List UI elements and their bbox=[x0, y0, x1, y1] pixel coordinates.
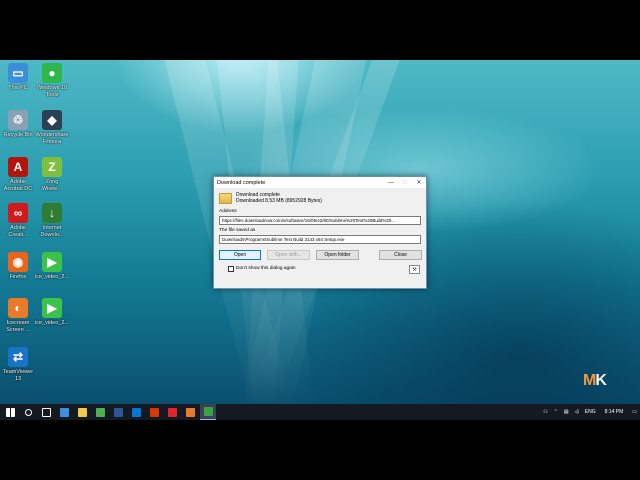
desktop-icon-label: Windows 10 Tools bbox=[37, 85, 67, 98]
taskbar-item[interactable] bbox=[146, 404, 162, 420]
maximize-button[interactable]: □ bbox=[398, 177, 412, 188]
address-field[interactable]: https://files.downloadnow.com/s/software… bbox=[219, 216, 421, 225]
desktop-icon-label: Recycle Bin bbox=[3, 132, 33, 138]
file-explorer-icon bbox=[77, 407, 87, 417]
network-icon[interactable]: ▤ bbox=[564, 409, 569, 415]
firefox-icon: ◉ bbox=[8, 252, 28, 272]
folder-icon bbox=[219, 193, 232, 204]
dialog-titlebar[interactable]: Download complete — □ ✕ bbox=[214, 177, 426, 188]
address-label: Address bbox=[219, 209, 237, 214]
taskbar-item[interactable] bbox=[128, 404, 144, 420]
taskbar-item[interactable] bbox=[92, 404, 108, 420]
desktop-icon[interactable]: ● Windows 10 Tools bbox=[34, 63, 70, 98]
task-view-icon bbox=[41, 407, 51, 417]
idm-taskbar-icon bbox=[203, 407, 213, 416]
close-window-button[interactable]: ✕ bbox=[412, 177, 426, 188]
open-button[interactable]: Open bbox=[219, 250, 261, 260]
acrobat-icon: A bbox=[8, 157, 28, 177]
letterbox-bottom bbox=[0, 420, 640, 480]
desktop-icon[interactable]: ♲ Recycle Bin bbox=[0, 110, 36, 139]
dont-show-checkbox[interactable] bbox=[228, 266, 234, 272]
saved-as-label: The file saved as bbox=[219, 228, 256, 233]
taskbar-item[interactable] bbox=[38, 404, 54, 420]
windows-start-icon bbox=[5, 407, 15, 417]
desktop-icon[interactable]: ▭ This PC bbox=[0, 63, 36, 92]
webm-video-icon-2: ▶ bbox=[42, 298, 62, 318]
word-icon bbox=[113, 407, 123, 417]
desktop-icon[interactable]: A Adobe Acrobat DC bbox=[0, 157, 36, 192]
taskbar-item[interactable] bbox=[56, 404, 72, 420]
idm-icon: ↓ bbox=[42, 203, 62, 223]
open-with-button[interactable]: Open with... bbox=[267, 250, 310, 260]
ms-store-icon bbox=[131, 407, 141, 417]
desktop-icon[interactable]: ↓ Internet Downlo... bbox=[34, 203, 70, 238]
taskbar-item[interactable] bbox=[74, 404, 90, 420]
opera-icon bbox=[167, 407, 177, 417]
taskbar-item[interactable] bbox=[200, 404, 216, 420]
people-icon[interactable]: ⚇ bbox=[543, 409, 547, 415]
notifications-icon[interactable]: ▭ bbox=[632, 409, 637, 415]
desktop-icon[interactable]: ◐ Icecream Screen ... bbox=[0, 298, 36, 333]
language-indicator[interactable]: ENG bbox=[585, 409, 596, 415]
desktop-icon[interactable]: ▶ ice_video_2... bbox=[34, 252, 70, 281]
chevron-up-icon[interactable]: ⌃ bbox=[554, 409, 558, 415]
taskbar-item[interactable] bbox=[20, 404, 36, 420]
desktop-icon-label: ice_video_2... bbox=[35, 320, 69, 326]
zong-icon: Z bbox=[42, 157, 62, 177]
taskbar: ⚇ ⌃ ▤ ◃) ENG 8:14 PM ▭ bbox=[0, 404, 640, 420]
search-icon bbox=[24, 408, 32, 416]
desktop-icon-label: Firefox bbox=[9, 274, 27, 280]
desktop-icon[interactable]: ▶ ice_video_2... bbox=[34, 298, 70, 327]
desktop-icon-label: ice_video_2... bbox=[35, 274, 69, 280]
volume-icon[interactable]: ◃) bbox=[575, 409, 579, 415]
watermark-logo: MMKK bbox=[583, 372, 607, 389]
clock[interactable]: 8:14 PM bbox=[605, 409, 624, 415]
webm-video-icon: ▶ bbox=[42, 252, 62, 272]
this-pc-icon: ▭ bbox=[8, 63, 28, 83]
desktop-icon-label: Zong Wirele... bbox=[41, 179, 63, 192]
creative-cloud-icon: ∞ bbox=[8, 203, 28, 223]
recycle-bin-icon: ♲ bbox=[8, 110, 28, 130]
desktop-icon-label: Internet Downlo... bbox=[40, 225, 64, 238]
letterbox-top bbox=[0, 0, 640, 60]
desktop-icon-label: This PC bbox=[8, 85, 28, 91]
teamviewer-icon: ⇄ bbox=[8, 347, 28, 367]
saved-path-field[interactable]: Downloads\Programs\Sublime Text Build 31… bbox=[219, 235, 421, 244]
taskbar-item[interactable] bbox=[164, 404, 180, 420]
minimize-button[interactable]: — bbox=[384, 177, 398, 188]
settings-tool-icon[interactable]: ⚒ bbox=[409, 265, 420, 274]
download-complete-dialog: Download complete — □ ✕ Download complet… bbox=[213, 176, 427, 289]
taskbar-item[interactable] bbox=[110, 404, 126, 420]
desktop-icon[interactable]: ∞ Adobe Creati... bbox=[0, 203, 36, 238]
system-tray: ⚇ ⌃ ▤ ◃) ENG 8:14 PM ▭ bbox=[540, 404, 640, 420]
edge-icon bbox=[59, 407, 69, 417]
desktop-icon-label: Icecream Screen ... bbox=[6, 320, 30, 333]
desktop-icon-label: TeamViewer 13 bbox=[2, 369, 34, 382]
dont-show-label[interactable]: Don't show this dialog again bbox=[236, 266, 296, 271]
desktop-icon[interactable]: ◆ Wondershare Filmora bbox=[34, 110, 70, 145]
desktop-icon-label: Wondershare Filmora bbox=[35, 132, 69, 145]
desktop-icon-label: Adobe Acrobat DC bbox=[3, 179, 33, 192]
dialog-title: Download complete bbox=[217, 179, 266, 186]
desktop-icon-label: Adobe Creati... bbox=[8, 225, 28, 238]
open-folder-button[interactable]: Open folder bbox=[316, 250, 359, 260]
desktop-icon[interactable]: Z Zong Wirele... bbox=[34, 157, 70, 192]
close-button[interactable]: Close bbox=[379, 250, 422, 260]
download-size: Downloaded 8.53 MB (8952928 Bytes) bbox=[236, 198, 322, 204]
taskbar-item[interactable] bbox=[2, 404, 18, 420]
taskbar-item[interactable] bbox=[182, 404, 198, 420]
icecream-icon: ◐ bbox=[8, 298, 28, 318]
desktop-icon[interactable]: ⇄ TeamViewer 13 bbox=[0, 347, 36, 382]
windows-tools-icon: ● bbox=[42, 63, 62, 83]
chrome-icon bbox=[95, 407, 105, 417]
icecream-taskbar-icon bbox=[185, 407, 195, 417]
desktop-icon[interactable]: ◉ Firefox bbox=[0, 252, 36, 281]
office-icon bbox=[149, 407, 159, 417]
filmora-icon: ◆ bbox=[42, 110, 62, 130]
